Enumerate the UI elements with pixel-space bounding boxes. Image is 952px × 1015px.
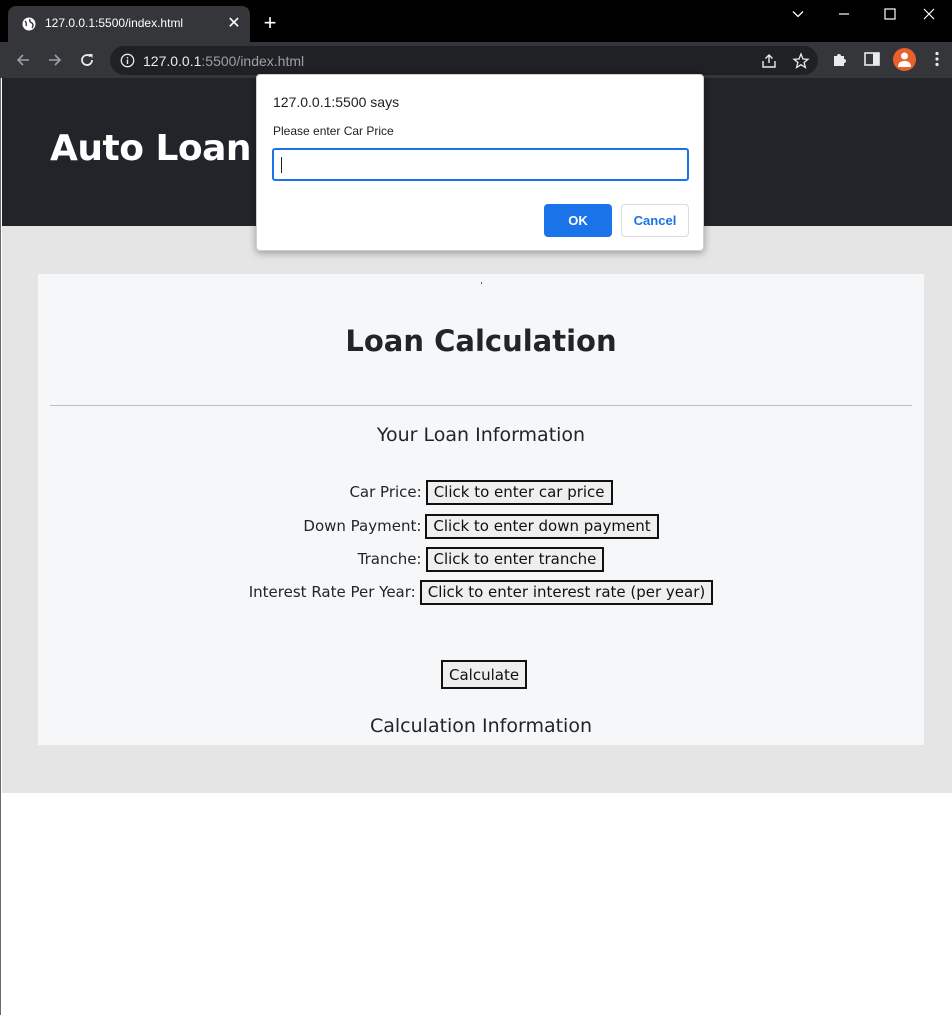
extensions-puzzle-icon[interactable]: [831, 50, 851, 70]
car-price-row: Car Price: Click to enter car price: [38, 479, 924, 505]
down-payment-row: Down Payment: Click to enter down paymen…: [38, 513, 924, 539]
browser-titlebar: 127.0.0.1:5500/index.html ✕ +: [0, 0, 952, 42]
browser-tab[interactable]: 127.0.0.1:5500/index.html ✕: [8, 6, 250, 42]
close-window-icon[interactable]: [906, 0, 952, 30]
calculation-info-heading: Calculation Information: [369, 715, 593, 737]
url-text[interactable]: 127.0.0.1:5500/index.html: [143, 53, 304, 69]
address-bar[interactable]: 127.0.0.1:5500/index.html: [110, 46, 818, 75]
site-info-icon[interactable]: [120, 53, 135, 68]
tranche-row: Tranche: Click to enter tranche: [38, 546, 924, 572]
tab-search-icon[interactable]: [775, 0, 821, 30]
tranche-label: Tranche:: [357, 550, 422, 568]
dialog-origin: 127.0.0.1:5500 says: [273, 94, 400, 110]
dialog-message: Please enter Car Price: [273, 124, 394, 138]
tranche-button[interactable]: Click to enter tranche: [425, 546, 605, 572]
back-arrow-icon[interactable]: [11, 48, 35, 72]
new-tab-button[interactable]: +: [259, 12, 281, 34]
interest-rate-button[interactable]: Click to enter interest rate (per year): [419, 579, 714, 605]
tab-close-icon[interactable]: ✕: [225, 15, 243, 33]
divider: [50, 405, 912, 406]
minimize-icon[interactable]: [821, 0, 867, 30]
share-icon[interactable]: [760, 52, 778, 70]
prompt-dialog: 127.0.0.1:5500 says Please enter Car Pri…: [256, 74, 704, 251]
car-price-button[interactable]: Click to enter car price: [425, 479, 613, 505]
cancel-button[interactable]: Cancel: [621, 204, 689, 237]
loan-info-heading: Your Loan Information: [376, 424, 586, 446]
tab-title: 127.0.0.1:5500/index.html: [45, 16, 184, 30]
reload-icon[interactable]: [75, 48, 99, 72]
more-menu-icon[interactable]: [928, 50, 948, 70]
down-payment-label: Down Payment:: [303, 517, 422, 535]
interest-rate-label: Interest Rate Per Year:: [248, 583, 416, 601]
calculate-button[interactable]: Calculate: [441, 660, 528, 689]
content-section: Loan Calculation Your Loan Information C…: [2, 226, 952, 793]
text-caret: [281, 157, 282, 173]
car-price-input[interactable]: [272, 148, 689, 181]
url-host: 127.0.0.1: [143, 53, 202, 69]
interest-rate-row: Interest Rate Per Year: Click to enter i…: [38, 579, 924, 605]
side-panel-icon[interactable]: [863, 50, 883, 70]
car-price-label: Car Price:: [349, 483, 422, 501]
profile-avatar[interactable]: [893, 48, 916, 71]
ok-button[interactable]: OK: [544, 204, 612, 237]
card-dot: [481, 282, 482, 284]
globe-icon: [22, 17, 36, 31]
loan-card: Loan Calculation Your Loan Information C…: [38, 274, 924, 745]
forward-arrow-icon[interactable]: [43, 48, 67, 72]
url-path: :5500/index.html: [201, 53, 305, 69]
card-title: Loan Calculation: [345, 324, 617, 358]
down-payment-button[interactable]: Click to enter down payment: [425, 513, 659, 539]
bookmark-star-icon[interactable]: [792, 52, 810, 70]
browser-toolbar: 127.0.0.1:5500/index.html: [0, 42, 952, 78]
